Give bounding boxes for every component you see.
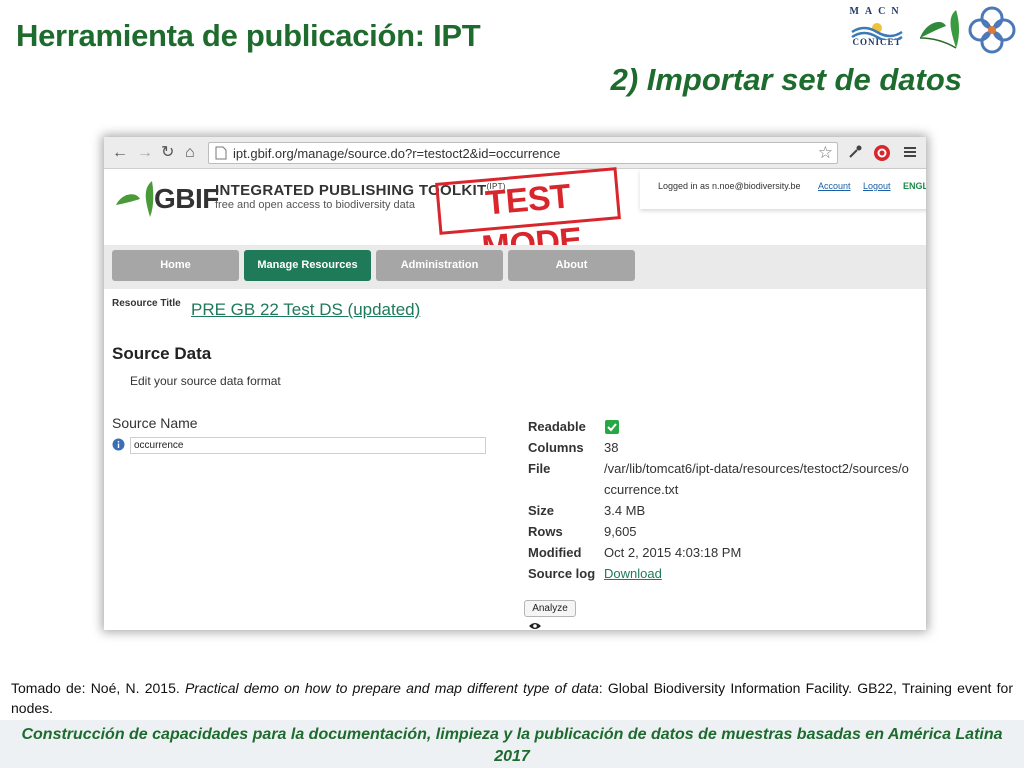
source-name-label: Source Name: [112, 415, 198, 431]
login-box: Logged in as n.noe@biodiversity.be Accou…: [640, 169, 926, 209]
prop-row-readable: Readable: [528, 417, 918, 438]
prop-row-modified: Modified Oct 2, 2015 4:03:18 PM: [528, 543, 918, 564]
prop-row-file: File /var/lib/tomcat6/ipt-data/resources…: [528, 459, 918, 501]
sun-waves-icon: [851, 23, 903, 40]
logout-link[interactable]: Logout: [863, 181, 891, 191]
logged-in-text: Logged in as n.noe@biodiversity.be: [658, 181, 801, 191]
readable-label: Readable: [528, 419, 586, 434]
slide-title: Herramienta de publicación: IPT: [16, 18, 481, 53]
source-properties: Readable Columns 38 File /var/lib/tomcat…: [528, 417, 918, 585]
source-data-description: Edit your source data format: [130, 374, 281, 388]
source-name-input[interactable]: occurrence: [130, 437, 486, 454]
home-icon[interactable]: ⌂: [185, 144, 195, 162]
slide-subtitle: 2) Importar set de datos: [610, 62, 962, 97]
size-label: Size: [528, 503, 555, 518]
toolkit-subtitle: free and open access to biodiversity dat…: [215, 199, 415, 211]
info-icon[interactable]: [112, 438, 125, 451]
readable-check-icon: [605, 420, 619, 434]
citation: Tomado de: Noé, N. 2015. Practical demo …: [11, 678, 1013, 718]
tab-about[interactable]: About: [508, 250, 635, 281]
eyedropper-icon[interactable]: [847, 144, 863, 160]
analyze-button[interactable]: Analyze: [524, 600, 576, 617]
page-icon: [215, 146, 227, 160]
rings-logo-icon: [968, 6, 1016, 54]
source-log-value: Download: [604, 563, 914, 584]
extension-stop-icon[interactable]: [873, 144, 891, 162]
rows-value: 9,605: [604, 524, 637, 539]
size-value: 3.4 MB: [604, 503, 646, 518]
citation-prefix: Tomado de: Noé, N. 2015.: [11, 680, 185, 696]
columns-label: Columns: [528, 440, 584, 455]
gbif-leaf-icon: [116, 181, 154, 217]
file-label: File: [528, 461, 551, 476]
gbif-wordmark: GBIF: [154, 183, 219, 214]
footer-text: Construcción de capacidades para la docu…: [21, 726, 1003, 765]
rows-label: Rows: [528, 524, 563, 539]
tab-manage-resources[interactable]: Manage Resources: [244, 250, 371, 281]
modified-label: Modified: [528, 545, 582, 560]
forward-arrow-icon[interactable]: →: [137, 144, 153, 162]
download-link[interactable]: Download: [604, 566, 662, 581]
resource-title-link[interactable]: PRE GB 22 Test DS (updated): [191, 300, 420, 320]
macn-logo-text: MACN: [849, 6, 905, 17]
file-value: /var/lib/tomcat6/ipt-data/resources/test…: [604, 461, 909, 497]
eye-icon[interactable]: [528, 621, 542, 630]
bookmark-star-icon[interactable]: ☆: [818, 143, 833, 163]
modified-value: Oct 2, 2015 4:03:18 PM: [604, 545, 742, 560]
address-bar[interactable]: ipt.gbif.org/manage/source.do?r=testoct2…: [208, 142, 838, 164]
test-mode-stamp: TEST MODE: [435, 167, 621, 267]
main-nav: Home Manage Resources Administration Abo…: [104, 245, 926, 289]
gbif-header: GBIF INTEGRATED PUBLISHING TOOLKIT(IPT) …: [104, 167, 926, 267]
footer-bar: Construcción de capacidades para la docu…: [0, 720, 1024, 768]
account-link[interactable]: Account: [818, 181, 851, 191]
browser-toolbar: ← → ↻ ⌂ ipt.gbif.org/manage/source.do?r=…: [104, 137, 926, 169]
prop-row-columns: Columns 38: [528, 438, 918, 459]
menu-icon[interactable]: [903, 144, 917, 160]
prop-row-size: Size 3.4 MB: [528, 501, 918, 522]
macn-conicet-logo: MACN CONICET: [846, 6, 908, 54]
leaf-logo-icon: [919, 10, 959, 49]
browser-window: ← → ↻ ⌂ ipt.gbif.org/manage/source.do?r=…: [104, 137, 926, 630]
source-log-label: Source log: [528, 566, 596, 581]
reload-icon[interactable]: ↻: [161, 144, 174, 162]
prop-row-source-log: Source log Download: [528, 564, 918, 585]
source-data-heading: Source Data: [112, 344, 212, 363]
resource-title-label: Resource Title: [112, 298, 181, 309]
prop-row-rows: Rows 9,605: [528, 522, 918, 543]
tab-home[interactable]: Home: [112, 250, 239, 281]
citation-work: Practical demo on how to prepare and map…: [184, 680, 599, 696]
columns-value: 38: [604, 440, 619, 455]
logos: MACN CONICET: [840, 4, 1020, 54]
language-selector[interactable]: ENGL: [903, 181, 926, 191]
url-text: ipt.gbif.org/manage/source.do?r=testoct2…: [233, 146, 561, 161]
back-arrow-icon[interactable]: ←: [112, 144, 128, 162]
tab-administration[interactable]: Administration: [376, 250, 503, 281]
